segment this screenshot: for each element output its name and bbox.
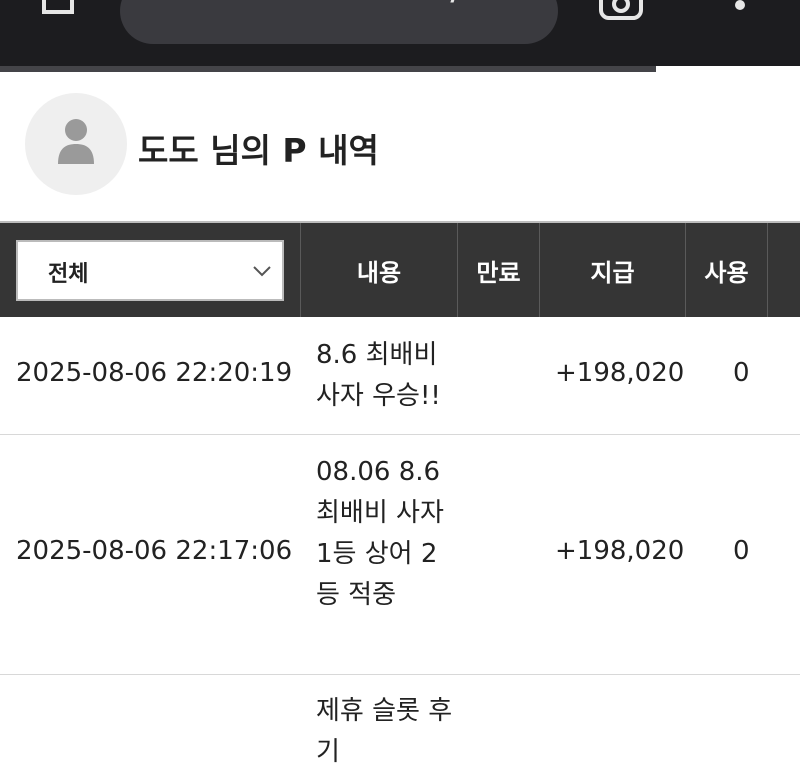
row-grant: +198,020 [555,536,685,566]
points-table: 전체 내용 만료 지급 사용 2025-08-06 22:20:19 8.6 최… [0,221,800,767]
points-header: 도도 님의 P 내역 [0,72,800,220]
table-row: 2025-08-06 22:17:06 08.06 8.6 최배비 사자 1등 … [0,435,800,675]
chevron-down-icon [253,266,271,277]
column-header-grant: 지급 [540,223,686,317]
avatar [25,93,127,195]
home-icon[interactable] [40,0,76,18]
tabs-icon[interactable] [598,0,644,22]
row-grant: +198,020 [555,358,685,388]
url-text[interactable]: seulca1.com/bbs [200,0,535,8]
column-header-use: 사용 [686,223,768,317]
browser-toolbar: seulca1.com/bbs [0,0,800,66]
page-title: 도도 님의 P 내역 [138,131,379,170]
url-bar[interactable]: seulca1.com/bbs [120,0,558,44]
row-use: 0 [733,536,750,566]
more-menu-icon[interactable] [728,0,752,18]
column-header-content: 내용 [301,223,458,317]
table-header: 전체 내용 만료 지급 사용 [0,221,800,317]
row-use: 0 [733,358,750,388]
row-content[interactable]: 8.6 최배비 사자 우승!! [316,335,456,417]
table-row: 2025-08-06 22:20:19 8.6 최배비 사자 우승!! +198… [0,317,800,435]
filter-select[interactable]: 전체 [16,240,284,301]
row-date: 2025-08-06 22:17:06 [16,536,293,566]
table-row: 제휴 슬롯 후기 [0,675,800,767]
user-icon [58,119,94,164]
row-date: 2025-08-06 22:20:19 [16,358,293,388]
column-header-expire: 만료 [458,223,540,317]
row-content[interactable]: 08.06 8.6 최배비 사자 1등 상어 2등 적중 [316,452,456,616]
row-content[interactable]: 제휴 슬롯 후기 [316,691,456,773]
filter-select-value: 전체 [48,262,89,287]
filter-column: 전체 [0,223,301,317]
